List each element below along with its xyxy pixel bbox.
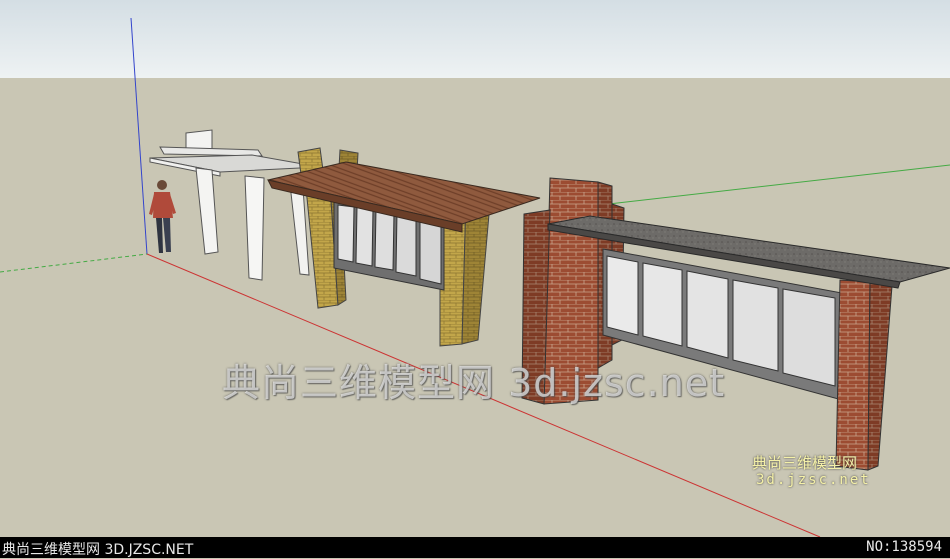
- sky: [0, 0, 950, 78]
- footer-model-number: NO:138594: [866, 539, 942, 555]
- watermark-main: 典尚三维模型网 3d.jzsc.net: [222, 361, 726, 405]
- footer-bar: 典尚三维模型网 3D.JZSC.NET NO:138594: [0, 537, 950, 558]
- footer-site-label: 典尚三维模型网 3D.JZSC.NET: [2, 542, 194, 558]
- watermark-small-cn: 典尚三维模型网: [752, 454, 858, 472]
- watermark-small-url: 3d.jzsc.net: [756, 472, 871, 488]
